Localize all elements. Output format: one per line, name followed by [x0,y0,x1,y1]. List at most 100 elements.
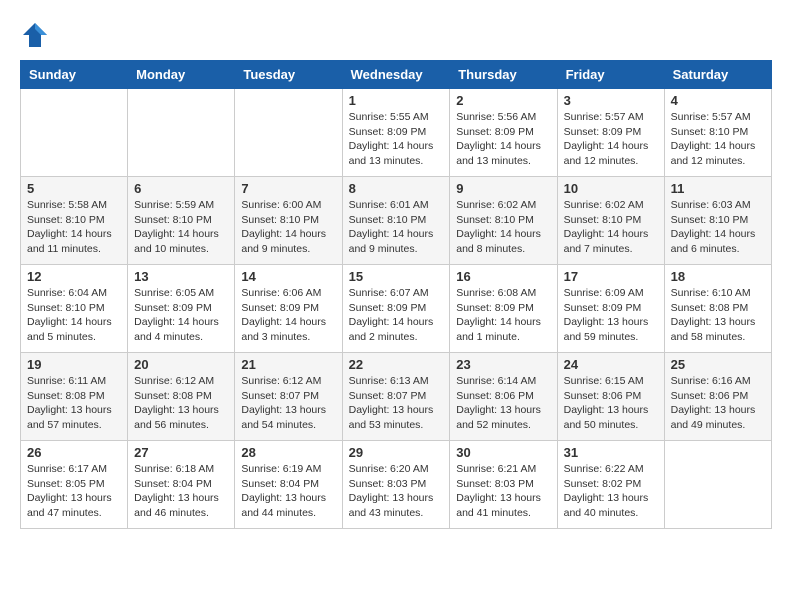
calendar-cell: 5 Sunrise: 5:58 AM Sunset: 8:10 PM Daylig… [21,177,128,265]
calendar-cell [128,89,235,177]
day-info: Sunrise: 6:12 AM Sunset: 8:07 PM Dayligh… [241,374,335,433]
calendar-cell: 18 Sunrise: 6:10 AM Sunset: 8:08 PM Dayli… [664,265,771,353]
day-number: 9 [456,181,550,196]
calendar-cell: 9 Sunrise: 6:02 AM Sunset: 8:10 PM Daylig… [450,177,557,265]
day-info: Sunrise: 5:59 AM Sunset: 8:10 PM Dayligh… [134,198,228,257]
calendar-week-row: 1 Sunrise: 5:55 AM Sunset: 8:09 PM Daylig… [21,89,772,177]
calendar-cell: 31 Sunrise: 6:22 AM Sunset: 8:02 PM Dayli… [557,441,664,529]
day-number: 18 [671,269,765,284]
calendar-cell: 27Sunrise: 6:18 AM Sunset: 8:04 PM Dayli… [128,441,235,529]
day-number: 7 [241,181,335,196]
calendar-cell: 12Sunrise: 6:04 AM Sunset: 8:10 PM Dayli… [21,265,128,353]
calendar-cell: 14 Sunrise: 6:06 AM Sunset: 8:09 PM Dayli… [235,265,342,353]
calendar-day-header: Thursday [450,61,557,89]
day-number: 24 [564,357,658,372]
calendar-day-header: Monday [128,61,235,89]
day-info: Sunrise: 6:11 AM Sunset: 8:08 PM Dayligh… [27,374,121,433]
calendar-cell: 20Sunrise: 6:12 AM Sunset: 8:08 PM Dayli… [128,353,235,441]
calendar-week-row: 26 Sunrise: 6:17 AM Sunset: 8:05 PM Dayli… [21,441,772,529]
day-info: Sunrise: 6:13 AM Sunset: 8:07 PM Dayligh… [349,374,444,433]
day-info: Sunrise: 6:10 AM Sunset: 8:08 PM Dayligh… [671,286,765,345]
calendar-cell: 24Sunrise: 6:15 AM Sunset: 8:06 PM Dayli… [557,353,664,441]
calendar-header-row: SundayMondayTuesdayWednesdayThursdayFrid… [21,61,772,89]
day-info: Sunrise: 6:05 AM Sunset: 8:09 PM Dayligh… [134,286,228,345]
calendar-day-header: Tuesday [235,61,342,89]
day-info: Sunrise: 6:14 AM Sunset: 8:06 PM Dayligh… [456,374,550,433]
day-number: 11 [671,181,765,196]
calendar-cell: 10 Sunrise: 6:02 AM Sunset: 8:10 PM Dayli… [557,177,664,265]
day-info: Sunrise: 6:02 AM Sunset: 8:10 PM Dayligh… [564,198,658,257]
calendar-cell: 6 Sunrise: 5:59 AM Sunset: 8:10 PM Daylig… [128,177,235,265]
calendar-cell: 17Sunrise: 6:09 AM Sunset: 8:09 PM Dayli… [557,265,664,353]
calendar-day-header: Wednesday [342,61,450,89]
calendar-cell: 21 Sunrise: 6:12 AM Sunset: 8:07 PM Dayli… [235,353,342,441]
day-info: Sunrise: 5:57 AM Sunset: 8:09 PM Dayligh… [564,110,658,169]
day-number: 10 [564,181,658,196]
page-header [20,20,772,50]
day-info: Sunrise: 6:04 AM Sunset: 8:10 PM Dayligh… [27,286,121,345]
day-info: Sunrise: 6:21 AM Sunset: 8:03 PM Dayligh… [456,462,550,521]
calendar-cell: 3 Sunrise: 5:57 AM Sunset: 8:09 PM Daylig… [557,89,664,177]
day-info: Sunrise: 6:00 AM Sunset: 8:10 PM Dayligh… [241,198,335,257]
day-number: 19 [27,357,121,372]
calendar-cell: 13Sunrise: 6:05 AM Sunset: 8:09 PM Dayli… [128,265,235,353]
day-number: 29 [349,445,444,460]
day-number: 21 [241,357,335,372]
day-number: 4 [671,93,765,108]
day-number: 8 [349,181,444,196]
day-info: Sunrise: 6:17 AM Sunset: 8:05 PM Dayligh… [27,462,121,521]
calendar-week-row: 12Sunrise: 6:04 AM Sunset: 8:10 PM Dayli… [21,265,772,353]
day-info: Sunrise: 6:22 AM Sunset: 8:02 PM Dayligh… [564,462,658,521]
day-number: 23 [456,357,550,372]
calendar-cell: 29Sunrise: 6:20 AM Sunset: 8:03 PM Dayli… [342,441,450,529]
calendar-cell: 26 Sunrise: 6:17 AM Sunset: 8:05 PM Dayli… [21,441,128,529]
day-info: Sunrise: 5:56 AM Sunset: 8:09 PM Dayligh… [456,110,550,169]
day-info: Sunrise: 5:55 AM Sunset: 8:09 PM Dayligh… [349,110,444,169]
calendar-cell: 28 Sunrise: 6:19 AM Sunset: 8:04 PM Dayli… [235,441,342,529]
calendar-cell [664,441,771,529]
calendar-cell: 23 Sunrise: 6:14 AM Sunset: 8:06 PM Dayli… [450,353,557,441]
calendar-cell: 25 Sunrise: 6:16 AM Sunset: 8:06 PM Dayli… [664,353,771,441]
day-info: Sunrise: 6:06 AM Sunset: 8:09 PM Dayligh… [241,286,335,345]
day-number: 31 [564,445,658,460]
day-number: 28 [241,445,335,460]
calendar-week-row: 5 Sunrise: 5:58 AM Sunset: 8:10 PM Daylig… [21,177,772,265]
calendar-day-header: Saturday [664,61,771,89]
day-number: 15 [349,269,444,284]
calendar-cell: 15 Sunrise: 6:07 AM Sunset: 8:09 PM Dayli… [342,265,450,353]
day-number: 16 [456,269,550,284]
day-info: Sunrise: 6:07 AM Sunset: 8:09 PM Dayligh… [349,286,444,345]
calendar-day-header: Sunday [21,61,128,89]
calendar-cell: 11 Sunrise: 6:03 AM Sunset: 8:10 PM Dayli… [664,177,771,265]
calendar-cell [235,89,342,177]
day-number: 17 [564,269,658,284]
day-number: 14 [241,269,335,284]
day-number: 1 [349,93,444,108]
day-number: 26 [27,445,121,460]
calendar-cell: 7 Sunrise: 6:00 AM Sunset: 8:10 PM Daylig… [235,177,342,265]
calendar-cell: 30 Sunrise: 6:21 AM Sunset: 8:03 PM Dayli… [450,441,557,529]
day-info: Sunrise: 6:12 AM Sunset: 8:08 PM Dayligh… [134,374,228,433]
logo [20,20,54,50]
calendar-cell: 1 Sunrise: 5:55 AM Sunset: 8:09 PM Daylig… [342,89,450,177]
day-number: 22 [349,357,444,372]
day-info: Sunrise: 5:58 AM Sunset: 8:10 PM Dayligh… [27,198,121,257]
day-number: 6 [134,181,228,196]
day-info: Sunrise: 6:01 AM Sunset: 8:10 PM Dayligh… [349,198,444,257]
calendar-cell: 8 Sunrise: 6:01 AM Sunset: 8:10 PM Daylig… [342,177,450,265]
day-info: Sunrise: 6:02 AM Sunset: 8:10 PM Dayligh… [456,198,550,257]
day-info: Sunrise: 6:16 AM Sunset: 8:06 PM Dayligh… [671,374,765,433]
day-info: Sunrise: 6:03 AM Sunset: 8:10 PM Dayligh… [671,198,765,257]
day-number: 3 [564,93,658,108]
calendar-cell [21,89,128,177]
day-info: Sunrise: 6:08 AM Sunset: 8:09 PM Dayligh… [456,286,550,345]
calendar-cell: 4Sunrise: 5:57 AM Sunset: 8:10 PM Daylig… [664,89,771,177]
calendar-cell: 2Sunrise: 5:56 AM Sunset: 8:09 PM Daylig… [450,89,557,177]
calendar-cell: 16 Sunrise: 6:08 AM Sunset: 8:09 PM Dayli… [450,265,557,353]
calendar-table: SundayMondayTuesdayWednesdayThursdayFrid… [20,60,772,529]
day-number: 25 [671,357,765,372]
day-number: 30 [456,445,550,460]
day-info: Sunrise: 6:19 AM Sunset: 8:04 PM Dayligh… [241,462,335,521]
calendar-cell: 19 Sunrise: 6:11 AM Sunset: 8:08 PM Dayli… [21,353,128,441]
day-number: 5 [27,181,121,196]
